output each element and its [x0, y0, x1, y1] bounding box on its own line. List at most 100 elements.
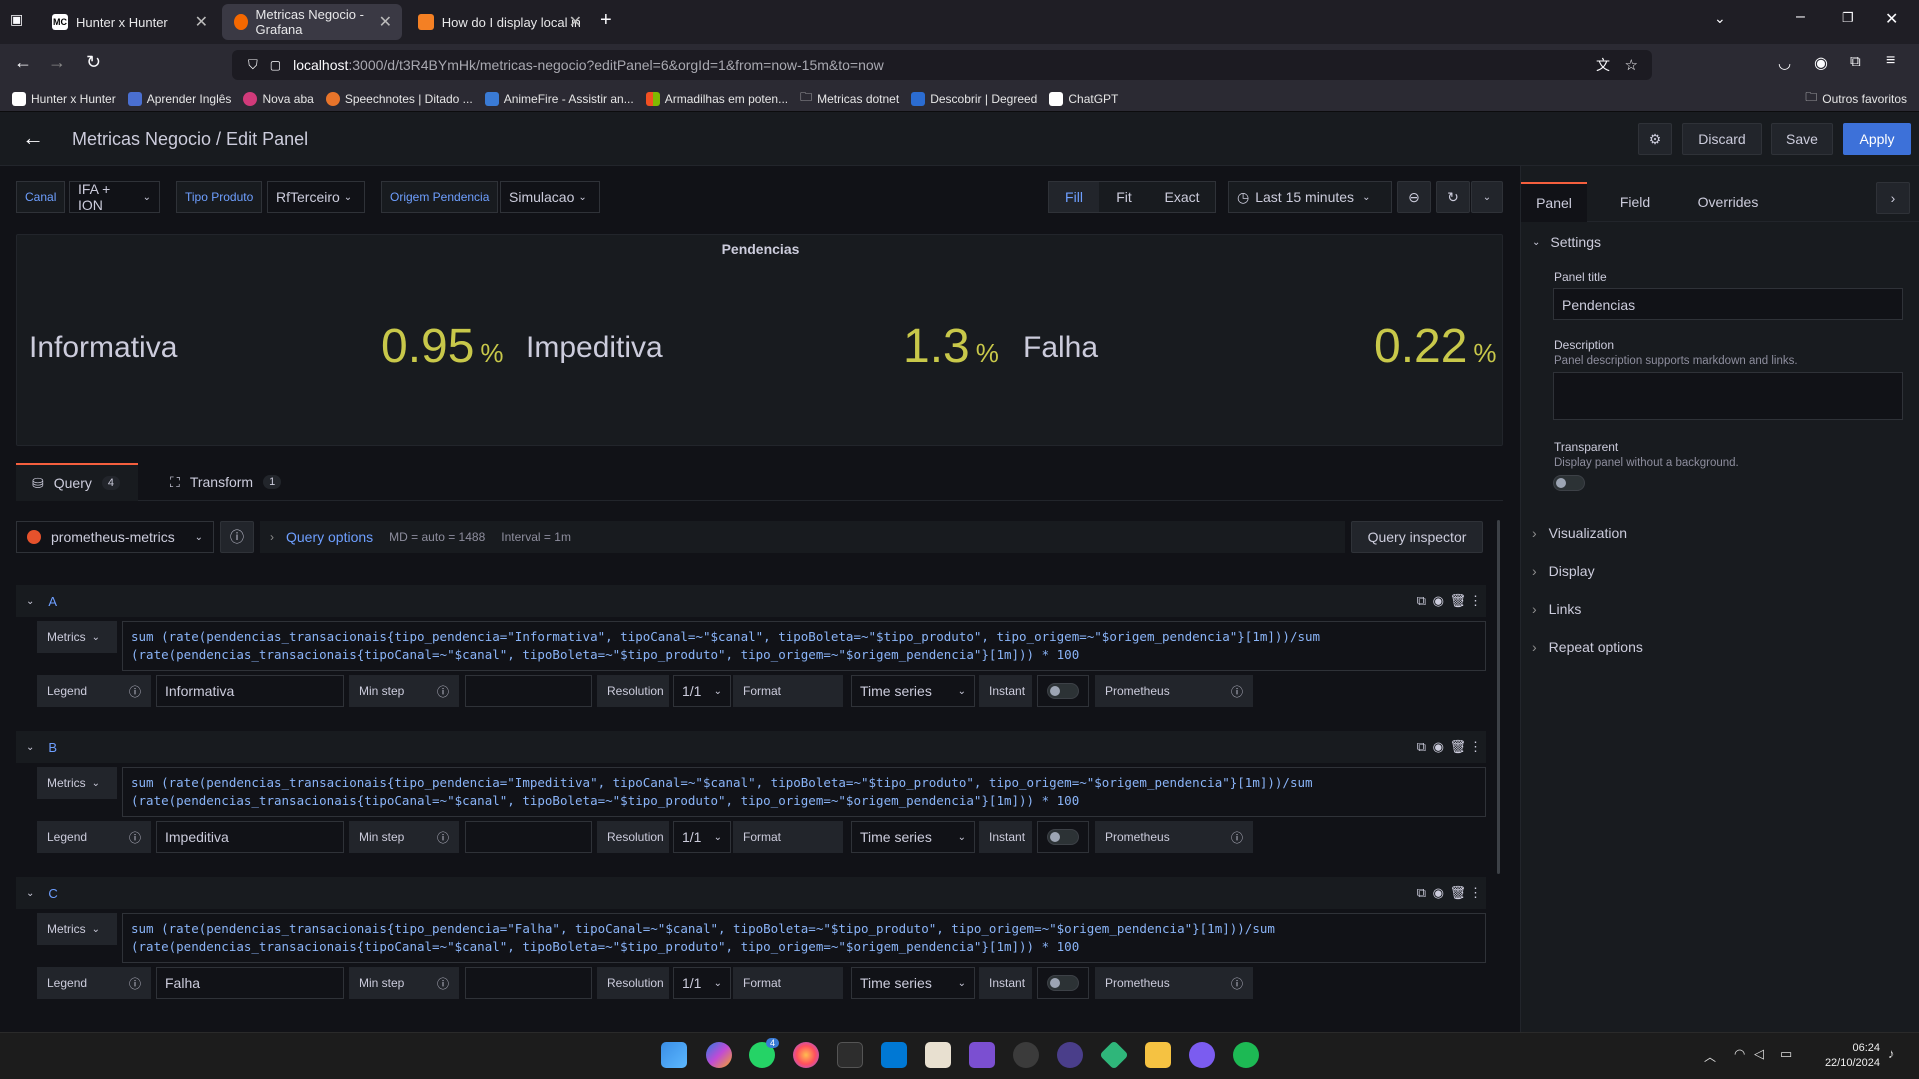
battery-icon[interactable]: ▭: [1780, 1046, 1792, 1062]
metrics-button[interactable]: Metrics ⌄: [37, 913, 117, 945]
variable-select-canal[interactable]: IFA + ION ⌄: [69, 181, 160, 213]
app-icon-2[interactable]: [1057, 1042, 1083, 1068]
legend-input[interactable]: Informativa: [156, 675, 344, 707]
refresh-button[interactable]: ↻: [1436, 181, 1470, 213]
visual-studio-icon[interactable]: [969, 1042, 995, 1068]
time-range-picker[interactable]: ◷ Last 15 minutes ⌄: [1228, 181, 1392, 213]
view-mode-exact[interactable]: Exact: [1149, 182, 1215, 212]
notification-bell-icon[interactable]: ♪: [1888, 1046, 1895, 1061]
format-select[interactable]: Time series ⌄: [851, 821, 975, 853]
star-icon[interactable]: ☆: [1625, 56, 1638, 74]
refresh-interval-button[interactable]: ⌄: [1471, 181, 1503, 213]
app-icon[interactable]: [925, 1042, 951, 1068]
metrics-button[interactable]: Metrics ⌄: [37, 767, 117, 799]
reload-icon[interactable]: ↻: [86, 52, 101, 73]
settings-button[interactable]: ⚙: [1638, 123, 1672, 155]
tab-field[interactable]: Field: [1587, 194, 1683, 210]
volume-icon[interactable]: ◁: [1754, 1046, 1764, 1062]
bookmark-nova-aba[interactable]: Nova aba: [243, 91, 314, 106]
editor-scrollbar[interactable]: [1497, 520, 1500, 874]
eye-icon[interactable]: ◉: [1433, 739, 1444, 755]
settings-header[interactable]: ⌄ Settings: [1532, 234, 1601, 250]
wifi-icon[interactable]: ◠: [1734, 1046, 1745, 1062]
transparent-toggle[interactable]: [1553, 475, 1585, 491]
variable-select-tipo-produto[interactable]: RfTerceiro ⌄: [267, 181, 365, 213]
browser-tab-2[interactable]: Metricas Negocio - Grafana ✕: [222, 4, 402, 40]
save-button[interactable]: Save: [1771, 123, 1833, 155]
format-select[interactable]: Time series ⌄: [851, 967, 975, 999]
back-arrow-icon[interactable]: ←: [22, 125, 44, 151]
start-icon[interactable]: [661, 1042, 687, 1068]
datasource-help-button[interactable]: ⓘ: [220, 521, 254, 553]
instant-toggle[interactable]: [1047, 829, 1079, 845]
vscode-icon[interactable]: [881, 1042, 907, 1068]
metrics-button[interactable]: Metrics ⌄: [37, 621, 117, 653]
drag-handle-icon[interactable]: ⋮⋮: [1456, 885, 1482, 901]
duplicate-icon[interactable]: ⧉: [1417, 739, 1426, 755]
section-links[interactable]: › Links: [1532, 601, 1581, 617]
eye-icon[interactable]: ◉: [1433, 885, 1444, 901]
bookmark-degreed[interactable]: Descobrir | Degreed: [911, 91, 1037, 106]
translate-icon[interactable]: 文: [1596, 55, 1610, 75]
query-row-header[interactable]: ⌄ B ⧉ ◉ 🗑 ⋮⋮: [16, 731, 1486, 763]
query-row-header[interactable]: ⌄ C ⧉ ◉ 🗑 ⋮⋮: [16, 877, 1486, 909]
chevron-down-icon[interactable]: ⌄: [1714, 10, 1726, 27]
close-icon[interactable]: ✕: [195, 12, 208, 32]
eye-icon[interactable]: ◉: [1433, 593, 1444, 609]
zoom-out-button[interactable]: ⊖: [1397, 181, 1431, 213]
resolution-select[interactable]: 1/1 ⌄: [673, 967, 731, 999]
resolution-select[interactable]: 1/1 ⌄: [673, 821, 731, 853]
panel-title-input[interactable]: Pendencias: [1553, 288, 1903, 320]
instant-toggle[interactable]: [1047, 683, 1079, 699]
bookmark-chatgpt[interactable]: ChatGPT: [1049, 91, 1118, 106]
query-expression[interactable]: sum (rate(pendencias_transacionais{tipo_…: [122, 913, 1486, 963]
resolution-select[interactable]: 1/1 ⌄: [673, 675, 731, 707]
duplicate-icon[interactable]: ⧉: [1417, 885, 1426, 901]
instant-toggle[interactable]: [1047, 975, 1079, 991]
url-bar[interactable]: ⛉ ▢ localhost :3000/d/t3R4BYmHk/metricas…: [232, 50, 1652, 80]
browser-tab-1[interactable]: MC Hunter x Hunter ✕: [40, 4, 218, 40]
legend-input[interactable]: Impeditiva: [156, 821, 344, 853]
format-select[interactable]: Time series ⌄: [851, 675, 975, 707]
tab-panel[interactable]: Panel: [1521, 181, 1587, 222]
menu-icon[interactable]: ≡: [1886, 52, 1895, 70]
pocket-icon[interactable]: ◡: [1778, 54, 1791, 72]
bookmark-metricas-dotnet[interactable]: 🗀 Metricas dotnet: [800, 88, 899, 109]
view-mode-fill[interactable]: Fill: [1049, 182, 1099, 212]
query-expression[interactable]: sum (rate(pendencias_transacionais{tipo_…: [122, 767, 1486, 817]
bookmark-speechnotes[interactable]: Speechnotes | Ditado ...: [325, 91, 473, 106]
account-icon[interactable]: ◉: [1814, 53, 1828, 73]
browser-tab-3[interactable]: How do I display local image in ✕: [406, 4, 592, 40]
description-textarea[interactable]: [1553, 372, 1903, 420]
query-row-header[interactable]: ⌄ A ⧉ ◉ 🗑 ⋮⋮: [16, 585, 1486, 617]
datasource-picker[interactable]: prometheus-metrics ⌄: [16, 521, 214, 553]
bookmark-ingles[interactable]: Aprender Inglês: [127, 91, 231, 106]
min-step-input[interactable]: [465, 967, 592, 999]
extensions-icon[interactable]: ⧉: [1850, 53, 1861, 70]
terminal-icon[interactable]: [837, 1042, 863, 1068]
settings-app-icon[interactable]: [1013, 1042, 1039, 1068]
restore-icon[interactable]: ❐: [1842, 10, 1854, 26]
firefox-icon[interactable]: [793, 1042, 819, 1068]
app-icon-4[interactable]: [1189, 1042, 1215, 1068]
spotify-icon[interactable]: [1233, 1042, 1259, 1068]
close-icon[interactable]: ✕: [379, 12, 392, 32]
collapse-pane-button[interactable]: ›: [1876, 182, 1910, 214]
drag-handle-icon[interactable]: ⋮⋮: [1456, 739, 1482, 755]
view-mode-fit[interactable]: Fit: [1099, 182, 1149, 212]
tab-overrides[interactable]: Overrides: [1683, 194, 1773, 210]
min-step-input[interactable]: [465, 821, 592, 853]
other-bookmarks[interactable]: 🗀 Outros favoritos: [1805, 88, 1907, 109]
query-expression[interactable]: sum (rate(pendencias_transacionais{tipo_…: [122, 621, 1486, 671]
file-explorer-icon[interactable]: [1145, 1042, 1171, 1068]
section-display[interactable]: › Display: [1532, 563, 1595, 579]
bookmark-animefire[interactable]: AnimeFire - Assistir an...: [484, 91, 634, 106]
legend-input[interactable]: Falha: [156, 967, 344, 999]
drag-handle-icon[interactable]: ⋮⋮: [1456, 593, 1482, 609]
back-icon[interactable]: ←: [14, 52, 32, 73]
close-icon[interactable]: ✕: [569, 12, 582, 32]
new-tab-icon[interactable]: +: [600, 9, 612, 32]
section-visualization[interactable]: › Visualization: [1532, 525, 1627, 541]
copilot-icon[interactable]: [706, 1042, 732, 1068]
query-inspector-button[interactable]: Query inspector: [1351, 521, 1483, 553]
